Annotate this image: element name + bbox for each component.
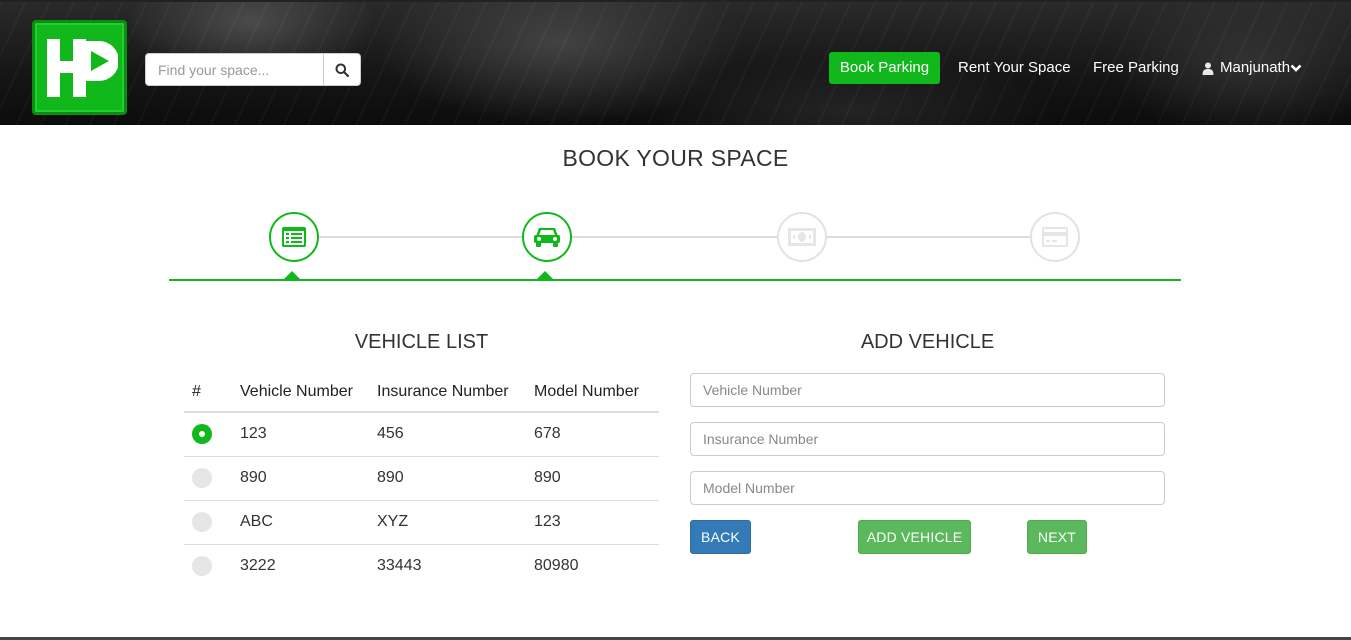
next-button[interactable]: NEXT: [1027, 520, 1087, 554]
logo[interactable]: [32, 20, 127, 115]
stepper-baseline: [169, 279, 1181, 281]
nav-rent-your-space[interactable]: Rent Your Space: [958, 52, 1071, 84]
insurance-number-field[interactable]: [690, 422, 1165, 456]
cell-insurance-number: 33443: [377, 557, 422, 575]
cell-vehicle-number: ABC: [232, 500, 369, 545]
add-vehicle-title: ADD VEHICLE: [860, 331, 995, 353]
nav-book-parking[interactable]: Book Parking: [829, 52, 940, 84]
hp-logo-icon: [47, 39, 118, 97]
row-radio[interactable]: [192, 468, 212, 488]
chevron-down-icon: [1290, 64, 1302, 72]
cell-insurance-number: XYZ: [369, 500, 526, 545]
row-radio-selected[interactable]: [192, 424, 212, 445]
search-bar: [145, 53, 361, 86]
step-vehicle[interactable]: [522, 212, 572, 262]
cell-model-number: 80980: [534, 557, 579, 575]
table-header-row: # Vehicle Number Insurance Number Model …: [184, 372, 659, 413]
search-input[interactable]: [145, 53, 323, 86]
search-button[interactable]: [323, 53, 361, 86]
booking-stepper: [169, 205, 1181, 285]
step-caret-details: [283, 271, 301, 280]
car-icon: [534, 228, 560, 247]
cell-model-number: 123: [526, 500, 659, 545]
table-row[interactable]: 3222 33443 80980: [184, 544, 659, 588]
column-header-model-number: Model Number: [526, 372, 659, 413]
credit-card-icon: [1042, 227, 1068, 247]
table-row[interactable]: ABC XYZ 123: [184, 500, 659, 545]
vehicle-table: # Vehicle Number Insurance Number Model …: [184, 372, 659, 588]
cell-vehicle-number: 3222: [240, 557, 276, 575]
stepper-track: [292, 236, 1054, 238]
cell-insurance-number: 456: [369, 412, 526, 457]
add-vehicle-button[interactable]: ADD VEHICLE: [858, 520, 971, 554]
vehicle-list-title: VEHICLE LIST: [354, 331, 489, 353]
cell-vehicle-number: 890: [232, 456, 369, 501]
search-icon: [335, 63, 349, 77]
nav-free-parking[interactable]: Free Parking: [1093, 52, 1179, 84]
column-header-index: #: [184, 372, 232, 413]
column-header-insurance-number: Insurance Number: [369, 372, 526, 413]
cell-vehicle-number: 123: [232, 412, 369, 457]
cell-insurance-number: 890: [369, 456, 526, 501]
user-name: Manjunath: [1220, 59, 1291, 76]
row-radio[interactable]: [192, 512, 212, 532]
table-row[interactable]: 890 890 890: [184, 456, 659, 501]
list-icon: [282, 227, 306, 247]
table-row[interactable]: 123 456 678: [184, 412, 659, 457]
cell-model-number: 678: [526, 412, 659, 457]
step-details[interactable]: [269, 212, 319, 262]
user-menu[interactable]: Manjunath: [1202, 52, 1302, 84]
step-payment[interactable]: [777, 212, 827, 262]
step-caret-vehicle: [536, 271, 554, 280]
model-number-field[interactable]: [690, 471, 1165, 505]
cell-model-number: 890: [526, 456, 659, 501]
column-header-vehicle-number: Vehicle Number: [232, 372, 369, 413]
row-radio[interactable]: [192, 556, 212, 577]
vehicle-number-field[interactable]: [690, 373, 1165, 407]
step-checkout[interactable]: [1030, 212, 1080, 262]
back-button[interactable]: BACK: [690, 520, 751, 554]
page-title: BOOK YOUR SPACE: [562, 145, 789, 171]
user-icon: [1202, 62, 1214, 75]
money-icon: [788, 228, 816, 246]
